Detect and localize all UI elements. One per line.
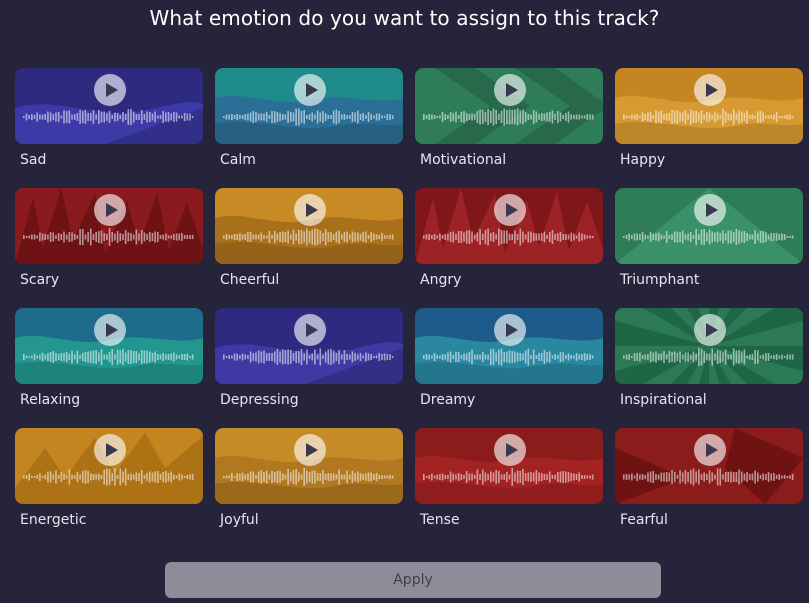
play-icon[interactable] <box>294 194 326 226</box>
dialog-title: What emotion do you want to assign to th… <box>149 6 660 30</box>
waveform-icon <box>223 108 394 126</box>
play-icon[interactable] <box>694 314 726 346</box>
emotion-label: Energetic <box>20 512 87 528</box>
emotion-thumbnail[interactable] <box>15 68 203 144</box>
emotion-card-angry[interactable]: Angry <box>415 188 603 288</box>
waveform-icon <box>223 228 394 246</box>
emotion-thumbnail[interactable] <box>215 308 403 384</box>
play-icon[interactable] <box>294 74 326 106</box>
waveform-icon <box>223 348 394 366</box>
emotion-thumbnail[interactable] <box>15 308 203 384</box>
play-icon[interactable] <box>694 434 726 466</box>
emotion-thumbnail[interactable] <box>615 188 803 264</box>
apply-button[interactable]: Apply <box>165 562 661 598</box>
waveform-icon <box>23 228 194 246</box>
emotion-label: Joyful <box>220 512 259 528</box>
emotion-thumbnail[interactable] <box>415 428 603 504</box>
emotion-label: Tense <box>420 512 460 528</box>
play-icon[interactable] <box>694 74 726 106</box>
emotion-card-relaxing[interactable]: Relaxing <box>15 308 203 408</box>
emotion-card-happy[interactable]: Happy <box>615 68 803 168</box>
emotion-card-depressing[interactable]: Depressing <box>215 308 403 408</box>
emotion-label: Scary <box>20 272 60 288</box>
waveform-icon <box>423 228 594 246</box>
waveform-icon <box>23 349 194 365</box>
emotion-label: Dreamy <box>420 392 476 408</box>
play-icon[interactable] <box>94 74 126 106</box>
waveform-icon <box>423 348 594 366</box>
emotion-label: Sad <box>20 152 47 168</box>
emotion-card-fearful[interactable]: Fearful <box>615 428 803 528</box>
play-icon[interactable] <box>494 314 526 346</box>
emotion-label: Motivational <box>420 152 507 168</box>
play-icon[interactable] <box>294 434 326 466</box>
waveform-icon <box>223 468 394 486</box>
waveform-icon <box>423 468 594 486</box>
emotion-label: Depressing <box>220 392 299 408</box>
emotion-label: Calm <box>220 152 256 168</box>
emotion-thumbnail[interactable] <box>15 428 203 504</box>
emotion-thumbnail[interactable] <box>215 68 403 144</box>
emotion-card-triumphant[interactable]: Triumphant <box>615 188 803 288</box>
emotion-card-joyful[interactable]: Joyful <box>215 428 403 528</box>
play-icon[interactable] <box>94 314 126 346</box>
emotion-label: Relaxing <box>20 392 81 408</box>
emotion-card-motivational[interactable]: Motivational <box>415 68 603 168</box>
waveform-icon <box>623 468 794 486</box>
emotion-thumbnail[interactable] <box>615 68 803 144</box>
emotion-thumbnail[interactable] <box>215 188 403 264</box>
play-icon[interactable] <box>294 314 326 346</box>
emotion-label: Inspirational <box>620 392 707 408</box>
play-icon[interactable] <box>94 434 126 466</box>
emotion-label: Cheerful <box>220 272 280 288</box>
emotion-card-energetic[interactable]: Energetic <box>15 428 203 528</box>
emotion-card-calm[interactable]: Calm <box>215 68 403 168</box>
waveform-icon <box>423 108 594 126</box>
emotion-label: Triumphant <box>620 272 700 288</box>
play-icon[interactable] <box>94 194 126 226</box>
waveform-icon <box>23 109 194 125</box>
emotion-thumbnail[interactable] <box>415 308 603 384</box>
emotion-card-cheerful[interactable]: Cheerful <box>215 188 403 288</box>
emotion-card-sad[interactable]: Sad <box>15 68 203 168</box>
emotion-thumbnail[interactable] <box>415 68 603 144</box>
emotion-card-scary[interactable]: Scary <box>15 188 203 288</box>
waveform-icon <box>623 108 794 126</box>
play-icon[interactable] <box>494 74 526 106</box>
emotion-thumbnail[interactable] <box>615 428 803 504</box>
waveform-icon <box>623 348 794 366</box>
emotion-thumbnail[interactable] <box>215 428 403 504</box>
emotion-thumbnail[interactable] <box>615 308 803 384</box>
emotion-thumbnail[interactable] <box>15 188 203 264</box>
play-icon[interactable] <box>494 194 526 226</box>
emotion-label: Fearful <box>620 512 668 528</box>
emotion-label: Happy <box>620 152 666 168</box>
emotion-label: Angry <box>420 272 462 288</box>
waveform-icon <box>623 229 794 245</box>
emotion-card-dreamy[interactable]: Dreamy <box>415 308 603 408</box>
waveform-icon <box>23 468 194 486</box>
play-icon[interactable] <box>694 194 726 226</box>
emotion-card-tense[interactable]: Tense <box>415 428 603 528</box>
emotion-thumbnail[interactable] <box>415 188 603 264</box>
play-icon[interactable] <box>494 434 526 466</box>
emotion-card-inspirational[interactable]: Inspirational <box>615 308 803 408</box>
